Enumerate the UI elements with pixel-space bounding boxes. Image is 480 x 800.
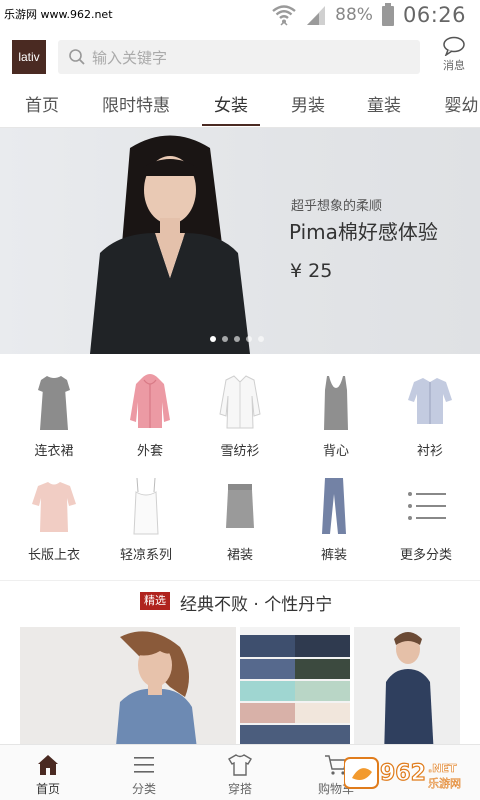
status-right: 88% 06:26: [271, 3, 466, 27]
banner-subtitle: 超乎想象的柔顺: [291, 199, 383, 214]
outfit-icon: [228, 754, 252, 776]
promo-banner[interactable]: 超乎想象的柔顺 Pima棉好感体验 ¥ 25: [0, 128, 480, 354]
bottom-tab-category[interactable]: 分类: [104, 745, 184, 800]
featured-jeans-stack-image[interactable]: [240, 627, 350, 747]
more-list-icon: [408, 492, 446, 520]
tab-baby[interactable]: 婴幼: [443, 84, 480, 128]
watermark-logo-suffix: .NET: [428, 762, 457, 775]
carousel-dot[interactable]: [234, 336, 240, 342]
search-icon: [69, 49, 85, 65]
category-label: 背心: [322, 444, 349, 459]
tab-limited-sale[interactable]: 限时特惠: [100, 84, 172, 128]
message-button[interactable]: 消息: [434, 36, 474, 80]
category-more[interactable]: 更多分类: [378, 468, 474, 568]
category-grid: 连衣裙 外套 雪纺衫 背心 衬衫 长版上衣 轻凉系列 裙装 裤装 更多分类: [0, 364, 480, 574]
hoodie-icon: [130, 374, 170, 428]
featured-badge: 精选: [140, 592, 170, 610]
status-bar: 乐游网 www.962.net 88% 06:26: [0, 0, 480, 32]
featured-denim-dress-image[interactable]: [354, 627, 460, 747]
tank-top-icon: [324, 376, 348, 430]
watermark-logo-main: 962: [380, 761, 426, 786]
message-label: 消息: [443, 59, 465, 72]
bottom-tab-outfit[interactable]: 穿搭: [200, 745, 280, 800]
category-label: 裤装: [320, 548, 347, 563]
category-label: 长版上衣: [27, 548, 80, 563]
bottom-tab-home[interactable]: 首页: [8, 745, 88, 800]
category-dress[interactable]: 连衣裙: [6, 364, 102, 464]
bottom-tab-label: 分类: [131, 782, 156, 796]
dress-icon: [38, 376, 70, 430]
home-icon: [38, 755, 58, 775]
category-label: 雪纺衫: [220, 444, 260, 459]
banner-title: Pima棉好感体验: [289, 220, 438, 244]
wifi-icon: [272, 5, 296, 26]
tab-men[interactable]: 男装: [290, 84, 326, 128]
app-screen: 乐游网 www.962.net 88% 06:26 lativ 输入关键字 消息…: [0, 0, 480, 800]
banner-price: ¥ 25: [290, 260, 333, 282]
featured-model-image[interactable]: [20, 627, 236, 747]
watermark-text: 乐游网 www.962.net: [4, 8, 113, 21]
category-vest[interactable]: 背心: [288, 364, 384, 464]
banner-model-image: [90, 135, 250, 354]
battery-percent: 88%: [335, 5, 373, 25]
tab-home[interactable]: 首页: [24, 84, 60, 128]
skirt-icon: [226, 484, 254, 528]
category-chiffon[interactable]: 雪纺衫: [192, 364, 288, 464]
carousel-dot[interactable]: [246, 336, 252, 342]
battery-icon: [381, 3, 394, 26]
carousel-dot[interactable]: [258, 336, 264, 342]
search-placeholder: 输入关键字: [92, 48, 168, 67]
category-shirt[interactable]: 衬衫: [382, 364, 478, 464]
featured-images[interactable]: [20, 627, 460, 747]
category-label: 更多分类: [399, 548, 452, 563]
category-label: 衬衫: [416, 444, 443, 459]
section-divider: [0, 580, 480, 581]
category-pants[interactable]: 裤装: [286, 468, 382, 568]
category-label: 轻凉系列: [119, 548, 172, 563]
watermark-logo-cn: 乐游网: [428, 777, 461, 790]
category-skirt[interactable]: 裙装: [192, 468, 288, 568]
chiffon-shirt-icon: [219, 375, 261, 429]
camisole-icon: [133, 477, 159, 535]
carousel-indicator[interactable]: [210, 336, 264, 342]
category-label: 连衣裙: [34, 444, 74, 459]
long-top-icon: [32, 482, 76, 532]
category-tabs: 首页 限时特惠 女装 男装 童装 婴幼: [0, 84, 480, 128]
header: lativ 输入关键字 消息: [0, 34, 480, 80]
brand-logo[interactable]: lativ: [12, 40, 46, 74]
tab-women[interactable]: 女装: [202, 84, 260, 128]
clock: 06:26: [402, 3, 466, 27]
carousel-dot[interactable]: [210, 336, 216, 342]
tab-kids[interactable]: 童装: [366, 84, 402, 128]
bottom-tab-label: 穿搭: [227, 782, 252, 796]
category-light-series[interactable]: 轻凉系列: [98, 468, 194, 568]
site-watermark-logo: 962 .NET 乐游网: [344, 757, 461, 790]
carousel-dot[interactable]: [222, 336, 228, 342]
category-coat[interactable]: 外套: [102, 364, 198, 464]
featured-title: 经典不败 · 个性丹宁: [180, 595, 333, 615]
search-input[interactable]: 输入关键字: [58, 40, 420, 74]
bottom-tab-label: 首页: [35, 782, 60, 796]
chat-bubble-icon: [443, 36, 465, 56]
shirt-icon: [408, 378, 452, 424]
category-label: 裙装: [226, 548, 253, 563]
category-label: 外套: [136, 444, 163, 459]
category-icon: [134, 757, 154, 773]
category-long-top[interactable]: 长版上衣: [6, 468, 102, 568]
signal-icon: [307, 6, 326, 25]
pants-icon: [322, 478, 346, 534]
featured-header: 精选 经典不败 · 个性丹宁: [0, 590, 480, 615]
